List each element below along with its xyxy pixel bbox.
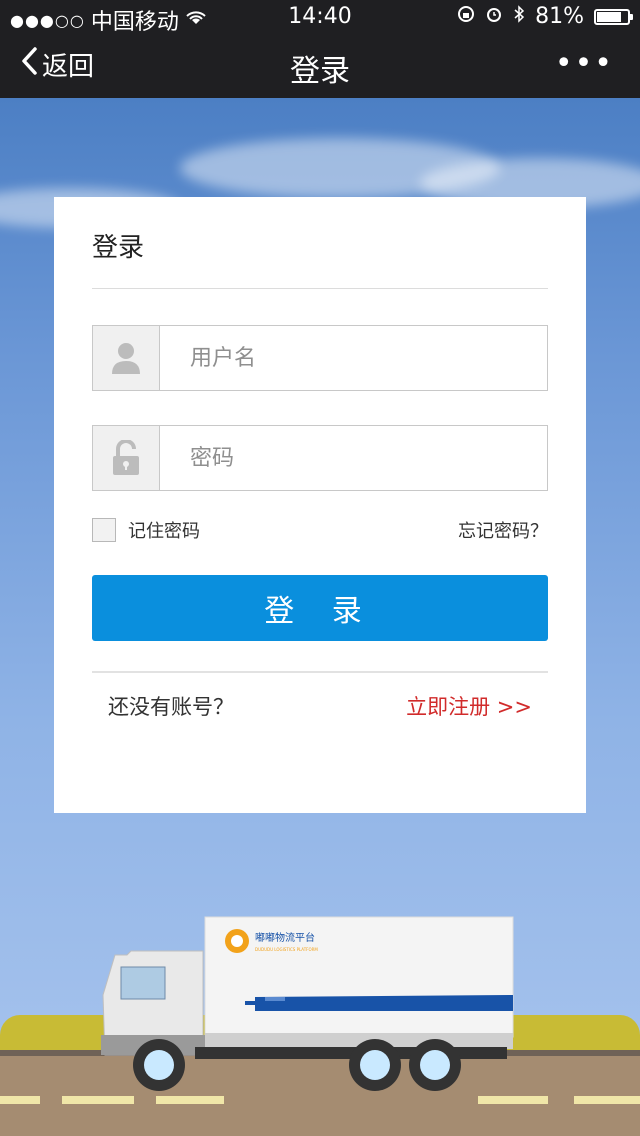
- login-card: 登录 记住密码 忘记密码？ 登 录 还没有账号？ 立即注册 >>: [54, 197, 586, 813]
- wheel: [133, 1039, 185, 1091]
- remember-password[interactable]: 记住密码: [92, 517, 200, 543]
- cargo-stripe: [255, 995, 513, 1011]
- logo-subtext: DUDUDU LOGISTICS PLATFORM: [255, 947, 318, 952]
- cargo-box: [204, 916, 514, 1038]
- divider: [92, 671, 548, 673]
- forgot-password-link[interactable]: 忘记密码？: [458, 517, 548, 543]
- road-line: [478, 1096, 548, 1104]
- more-icon: •••: [554, 46, 614, 81]
- road-line: [0, 1096, 40, 1104]
- wheel: [409, 1039, 461, 1091]
- username-field: [92, 325, 548, 391]
- divider: [92, 288, 548, 289]
- no-account-text: 还没有账号？: [108, 695, 234, 719]
- password-field: [92, 425, 548, 491]
- truck-window: [120, 966, 166, 1000]
- alarm-icon: [485, 4, 503, 29]
- lock-icon: [93, 426, 160, 490]
- truck-illustration: 嘟嘟物流平台 DUDUDU LOGISTICS PLATFORM: [101, 916, 514, 1091]
- more-button[interactable]: •••: [555, 46, 614, 81]
- nav-bar: 返回 登录 •••: [0, 32, 640, 98]
- bluetooth-icon: [513, 4, 525, 29]
- login-button[interactable]: 登 录: [92, 575, 548, 641]
- road-line: [574, 1096, 640, 1104]
- rotation-lock-icon: [457, 4, 475, 29]
- remember-label: 记住密码: [128, 521, 200, 542]
- wheel: [349, 1039, 401, 1091]
- battery-icon: [594, 8, 633, 25]
- register-row: 还没有账号？ 立即注册 >>: [92, 691, 548, 721]
- road-line: [62, 1096, 134, 1104]
- status-bar: ●●●○○ 中国移动 14:40 81%: [0, 0, 640, 35]
- username-input[interactable]: [160, 327, 547, 389]
- remember-checkbox[interactable]: [92, 518, 116, 542]
- page-title: 登录: [290, 54, 350, 89]
- logo-text: 嘟嘟物流平台: [255, 931, 315, 944]
- password-input[interactable]: [160, 427, 547, 489]
- register-link[interactable]: 立即注册 >>: [406, 691, 532, 721]
- card-title: 登录: [92, 233, 145, 263]
- battery-percent: 81%: [535, 4, 584, 29]
- user-icon: [93, 326, 160, 390]
- login-options: 记住密码 忘记密码？: [92, 517, 548, 543]
- road-line: [156, 1096, 224, 1104]
